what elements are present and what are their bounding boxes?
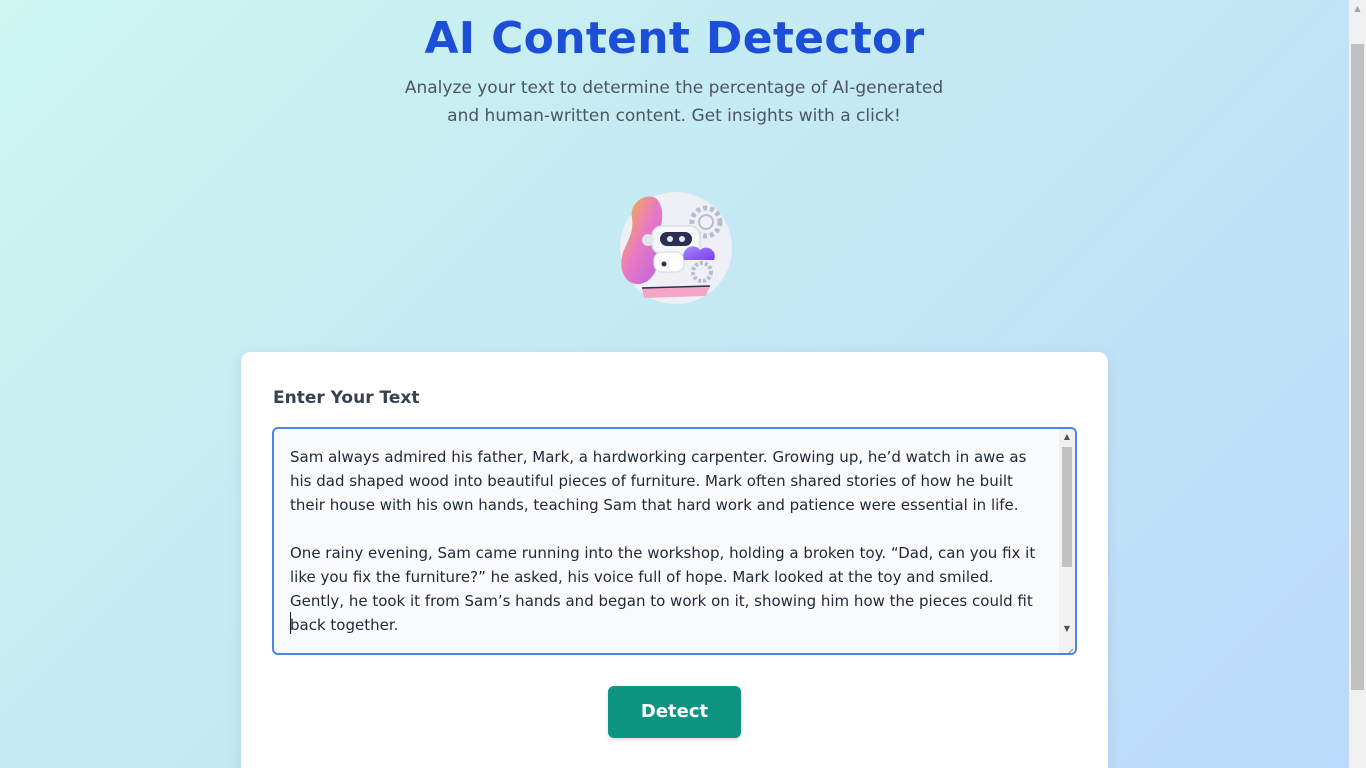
page-scroll-thumb[interactable] [1351,44,1364,690]
text-input-area[interactable]: Sam always admired his father, Mark, a h… [272,427,1077,655]
textarea-scroll-thumb[interactable] [1062,447,1072,567]
text-input-label: Enter Your Text [273,388,420,408]
text-input-content[interactable]: Sam always admired his father, Mark, a h… [290,445,1048,653]
page: AI Content Detector Analyze your text to… [0,0,1349,768]
detector-card: Enter Your Text Sam always admired his f… [241,352,1108,768]
detect-button[interactable]: Detect [608,686,741,738]
scroll-down-arrow-icon[interactable]: ▼ [1059,621,1075,637]
page-subtitle: Analyze your text to determine the perce… [404,78,944,126]
page-scrollbar[interactable]: ▲ [1349,0,1366,768]
textarea-scrollbar[interactable]: ▲ ▼ [1059,429,1075,653]
page-scroll-up-arrow-icon[interactable]: ▲ [1349,0,1366,17]
text-caret [290,612,291,634]
robot-illustration-icon [614,188,738,304]
resize-grip-icon[interactable] [1064,642,1074,653]
scroll-up-arrow-icon[interactable]: ▲ [1059,429,1075,445]
page-title: AI Content Detector [424,13,925,64]
